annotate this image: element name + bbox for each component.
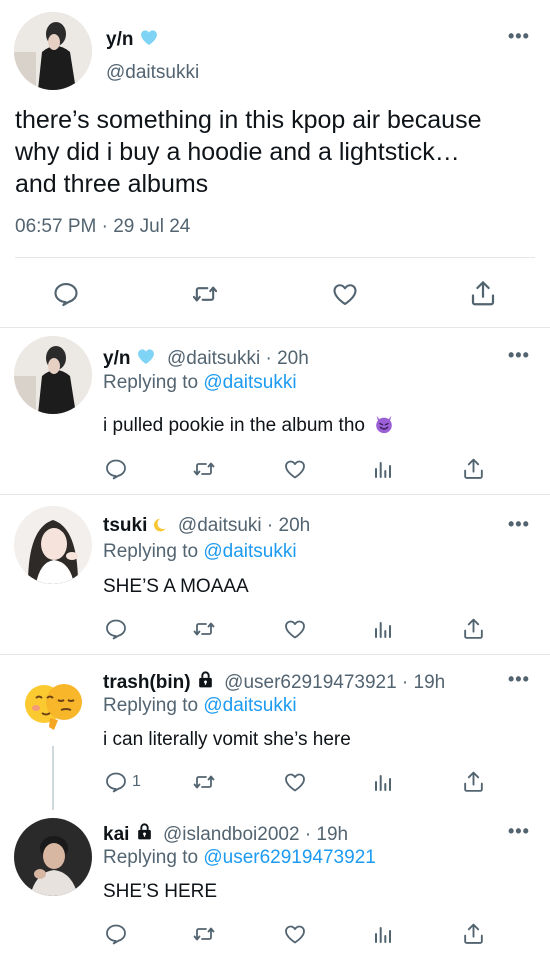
lock-icon bbox=[196, 670, 215, 689]
divider bbox=[15, 257, 535, 258]
analytics-icon bbox=[371, 922, 395, 946]
analytics-icon bbox=[371, 457, 395, 481]
reply-button[interactable] bbox=[52, 280, 80, 308]
handle-time[interactable]: @daitsuki · 20h bbox=[178, 515, 310, 536]
reply-text: i pulled pookie in the album tho bbox=[103, 413, 395, 437]
retweet-icon bbox=[191, 617, 217, 641]
views-button[interactable] bbox=[371, 770, 395, 794]
heart-icon bbox=[282, 457, 308, 481]
replying-to-link[interactable]: @user62919473921 bbox=[203, 847, 375, 868]
replying-to: Replying to @user62919473921 bbox=[103, 847, 376, 868]
share-button[interactable] bbox=[461, 921, 486, 946]
display-name[interactable]: trash(bin) bbox=[103, 672, 191, 693]
display-name[interactable]: y/n bbox=[103, 348, 130, 369]
views-button[interactable] bbox=[371, 922, 395, 946]
retweet-button[interactable] bbox=[190, 280, 220, 308]
retweet-icon bbox=[191, 457, 217, 481]
reply-text: SHE’S A MOAAA bbox=[103, 576, 249, 597]
share-button[interactable] bbox=[461, 616, 486, 641]
heart-icon bbox=[282, 770, 308, 794]
analytics-icon bbox=[371, 770, 395, 794]
analytics-icon bbox=[371, 617, 395, 641]
reply-icon bbox=[104, 770, 128, 794]
author-handle[interactable]: @daitsukki bbox=[106, 62, 199, 84]
reply-icon bbox=[104, 457, 128, 481]
share-icon bbox=[461, 616, 486, 641]
share-icon bbox=[461, 456, 486, 481]
lock-icon bbox=[135, 822, 154, 841]
verified-heart-icon bbox=[139, 27, 159, 47]
display-name[interactable]: y/n bbox=[106, 29, 133, 50]
reply-icon bbox=[104, 922, 128, 946]
replying-to-link[interactable]: @daitsukki bbox=[203, 541, 296, 562]
divider bbox=[0, 494, 550, 495]
reply-count: 1 bbox=[132, 773, 141, 790]
retweet-button[interactable] bbox=[191, 770, 217, 794]
reply-button[interactable]: 1 bbox=[104, 770, 141, 794]
retweet-icon bbox=[191, 770, 217, 794]
avatar[interactable] bbox=[14, 818, 92, 896]
avatar[interactable] bbox=[14, 666, 92, 744]
reply-button[interactable] bbox=[104, 457, 128, 481]
display-name[interactable]: tsuki bbox=[103, 515, 147, 536]
more-options-button[interactable]: ••• bbox=[508, 26, 530, 47]
reply-text: i can literally vomit she’s here bbox=[103, 729, 351, 750]
replying-to: Replying to @daitsukki bbox=[103, 695, 297, 716]
views-button[interactable] bbox=[371, 457, 395, 481]
thread-connector-line bbox=[52, 746, 54, 810]
reply-button[interactable] bbox=[104, 922, 128, 946]
share-icon bbox=[468, 278, 498, 308]
share-button[interactable] bbox=[468, 278, 498, 308]
share-button[interactable] bbox=[461, 456, 486, 481]
avatar[interactable] bbox=[14, 12, 92, 90]
heart-icon bbox=[330, 280, 360, 308]
retweet-icon bbox=[191, 922, 217, 946]
heart-icon bbox=[282, 617, 308, 641]
like-button[interactable] bbox=[282, 922, 308, 946]
views-button[interactable] bbox=[371, 617, 395, 641]
reply-icon bbox=[52, 280, 80, 308]
handle-time[interactable]: @islandboi2002 · 19h bbox=[163, 824, 348, 845]
heart-icon bbox=[282, 922, 308, 946]
replying-to: Replying to @daitsukki bbox=[103, 541, 297, 562]
author-name-row: y/n bbox=[106, 27, 159, 51]
crescent-moon-icon bbox=[153, 518, 166, 532]
like-button[interactable] bbox=[282, 770, 308, 794]
retweet-button[interactable] bbox=[191, 922, 217, 946]
tweet-text: there’s something in this kpop air becau… bbox=[15, 106, 482, 198]
reply-icon bbox=[104, 617, 128, 641]
more-options-button[interactable]: ••• bbox=[508, 345, 530, 366]
reply-button[interactable] bbox=[104, 617, 128, 641]
share-button[interactable] bbox=[461, 769, 486, 794]
reply-text: SHE’S HERE bbox=[103, 881, 218, 902]
reply-header: tsuki @daitsuki · 20h bbox=[103, 515, 310, 537]
retweet-button[interactable] bbox=[191, 457, 217, 481]
reply-header: kai @islandboi2002 · 19h bbox=[103, 822, 348, 846]
smiling-devil-emoji bbox=[376, 415, 393, 434]
replying-to-link[interactable]: @daitsukki bbox=[203, 372, 296, 393]
display-name[interactable]: kai bbox=[103, 824, 129, 845]
share-icon bbox=[461, 921, 486, 946]
share-icon bbox=[461, 769, 486, 794]
more-options-button[interactable]: ••• bbox=[508, 514, 530, 535]
handle-time[interactable]: @user62919473921 · 19h bbox=[224, 672, 445, 693]
avatar[interactable] bbox=[14, 506, 92, 584]
divider bbox=[0, 654, 550, 655]
replying-to: Replying to @daitsukki bbox=[103, 372, 297, 393]
replying-to-link[interactable]: @daitsukki bbox=[203, 695, 296, 716]
retweet-button[interactable] bbox=[191, 617, 217, 641]
like-button[interactable] bbox=[330, 280, 360, 308]
avatar[interactable] bbox=[14, 336, 92, 414]
handle-time[interactable]: @daitsukki · 20h bbox=[167, 348, 309, 369]
retweet-icon bbox=[190, 280, 220, 308]
more-options-button[interactable]: ••• bbox=[508, 669, 530, 690]
like-button[interactable] bbox=[282, 457, 308, 481]
tweet-timestamp[interactable]: 06:57 PM · 29 Jul 24 bbox=[15, 216, 190, 238]
divider bbox=[0, 327, 550, 328]
reply-header: trash(bin) @user62919473921 · 19h bbox=[103, 670, 445, 694]
more-options-button[interactable]: ••• bbox=[508, 821, 530, 842]
verified-heart-icon bbox=[136, 346, 156, 366]
reply-header: y/n @daitsukki · 20h bbox=[103, 346, 309, 370]
like-button[interactable] bbox=[282, 617, 308, 641]
